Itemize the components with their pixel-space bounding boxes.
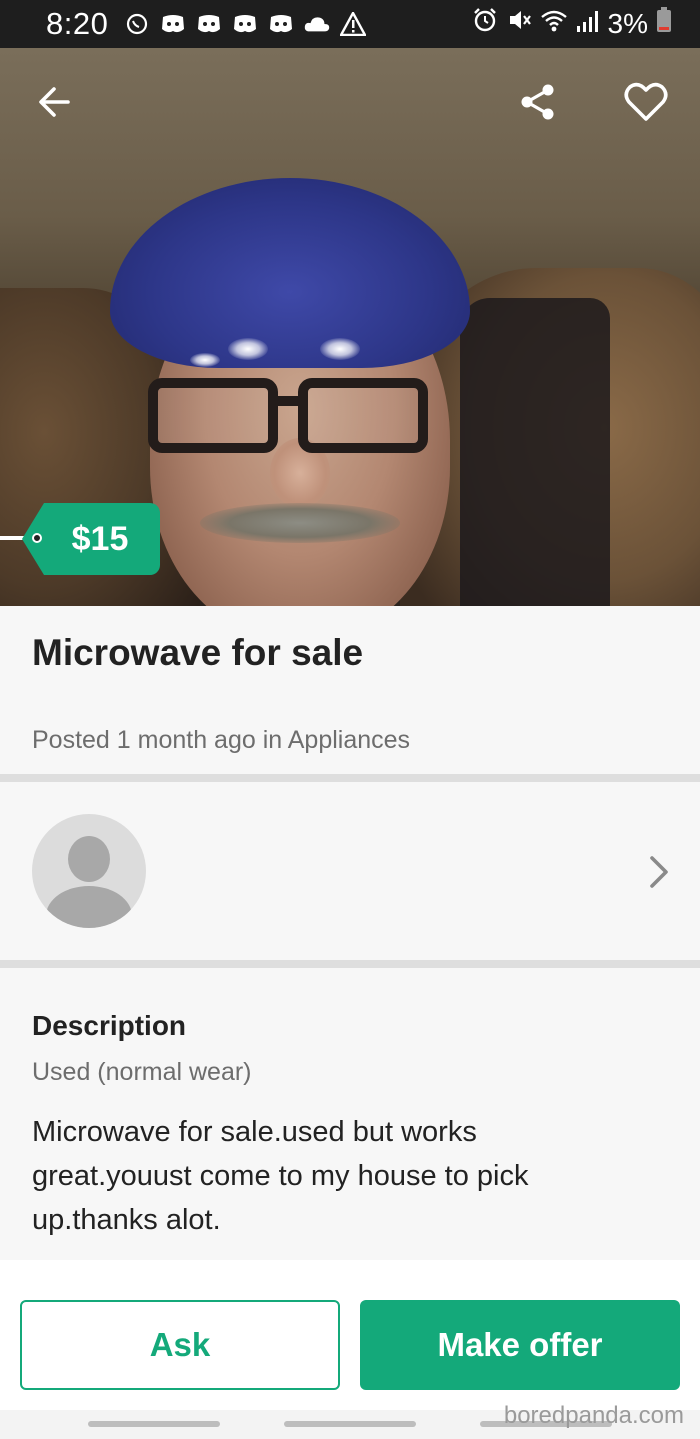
warning-icon bbox=[340, 11, 367, 37]
watermark: boredpanda.com bbox=[503, 1402, 684, 1429]
arrow-left-icon bbox=[39, 87, 70, 117]
price-tag-hole bbox=[32, 533, 42, 543]
divider bbox=[0, 960, 700, 968]
nav-home[interactable] bbox=[284, 1421, 416, 1427]
seller-row[interactable] bbox=[0, 782, 700, 960]
wifi-icon bbox=[540, 7, 568, 41]
whatsapp-icon bbox=[124, 11, 150, 37]
discord-icon bbox=[196, 11, 222, 37]
cloud-icon bbox=[304, 11, 330, 37]
mute-icon bbox=[506, 7, 532, 41]
heart-icon bbox=[624, 82, 668, 121]
price-tag: $15 bbox=[22, 503, 160, 575]
divider bbox=[0, 774, 700, 782]
action-bar: Ask Make offer bbox=[0, 1260, 700, 1410]
description-section: Description Used (normal wear) Microwave… bbox=[0, 968, 700, 1260]
discord-icon bbox=[160, 11, 186, 37]
signal-icon bbox=[576, 7, 600, 41]
description-body: Microwave for sale.used but works great.… bbox=[32, 1116, 529, 1236]
share-icon bbox=[521, 84, 554, 120]
favorite-button[interactable] bbox=[618, 74, 674, 130]
chevron-right-icon bbox=[650, 856, 668, 888]
title-section: Microwave for sale Posted 1 month ago in… bbox=[0, 606, 700, 774]
listing-screen: 8:20 3% $15 Microwave for sale Posted 1 … bbox=[0, 0, 700, 1439]
share-button[interactable] bbox=[510, 74, 566, 130]
battery-percent: 3% bbox=[607, 8, 648, 39]
status-time: 8:20 bbox=[46, 6, 109, 41]
nav-recents[interactable] bbox=[88, 1421, 220, 1427]
description-heading: Description bbox=[32, 1010, 187, 1041]
photo-glasses bbox=[148, 378, 448, 458]
ask-button[interactable]: Ask bbox=[20, 1300, 340, 1390]
status-right: 3% bbox=[472, 7, 672, 41]
discord-icon bbox=[268, 11, 294, 37]
make-offer-button[interactable]: Make offer bbox=[360, 1300, 680, 1390]
posted-info: Posted 1 month ago in Appliances bbox=[32, 726, 411, 754]
alarm-icon bbox=[472, 7, 498, 41]
back-button[interactable] bbox=[26, 74, 82, 130]
listing-title: Microwave for sale bbox=[32, 632, 364, 673]
avatar bbox=[32, 814, 146, 928]
notification-icons bbox=[124, 11, 367, 37]
condition-label: Used (normal wear) bbox=[32, 1058, 252, 1086]
status-bar: 8:20 3% bbox=[0, 0, 700, 48]
discord-icon bbox=[232, 11, 258, 37]
battery-icon bbox=[656, 7, 672, 41]
